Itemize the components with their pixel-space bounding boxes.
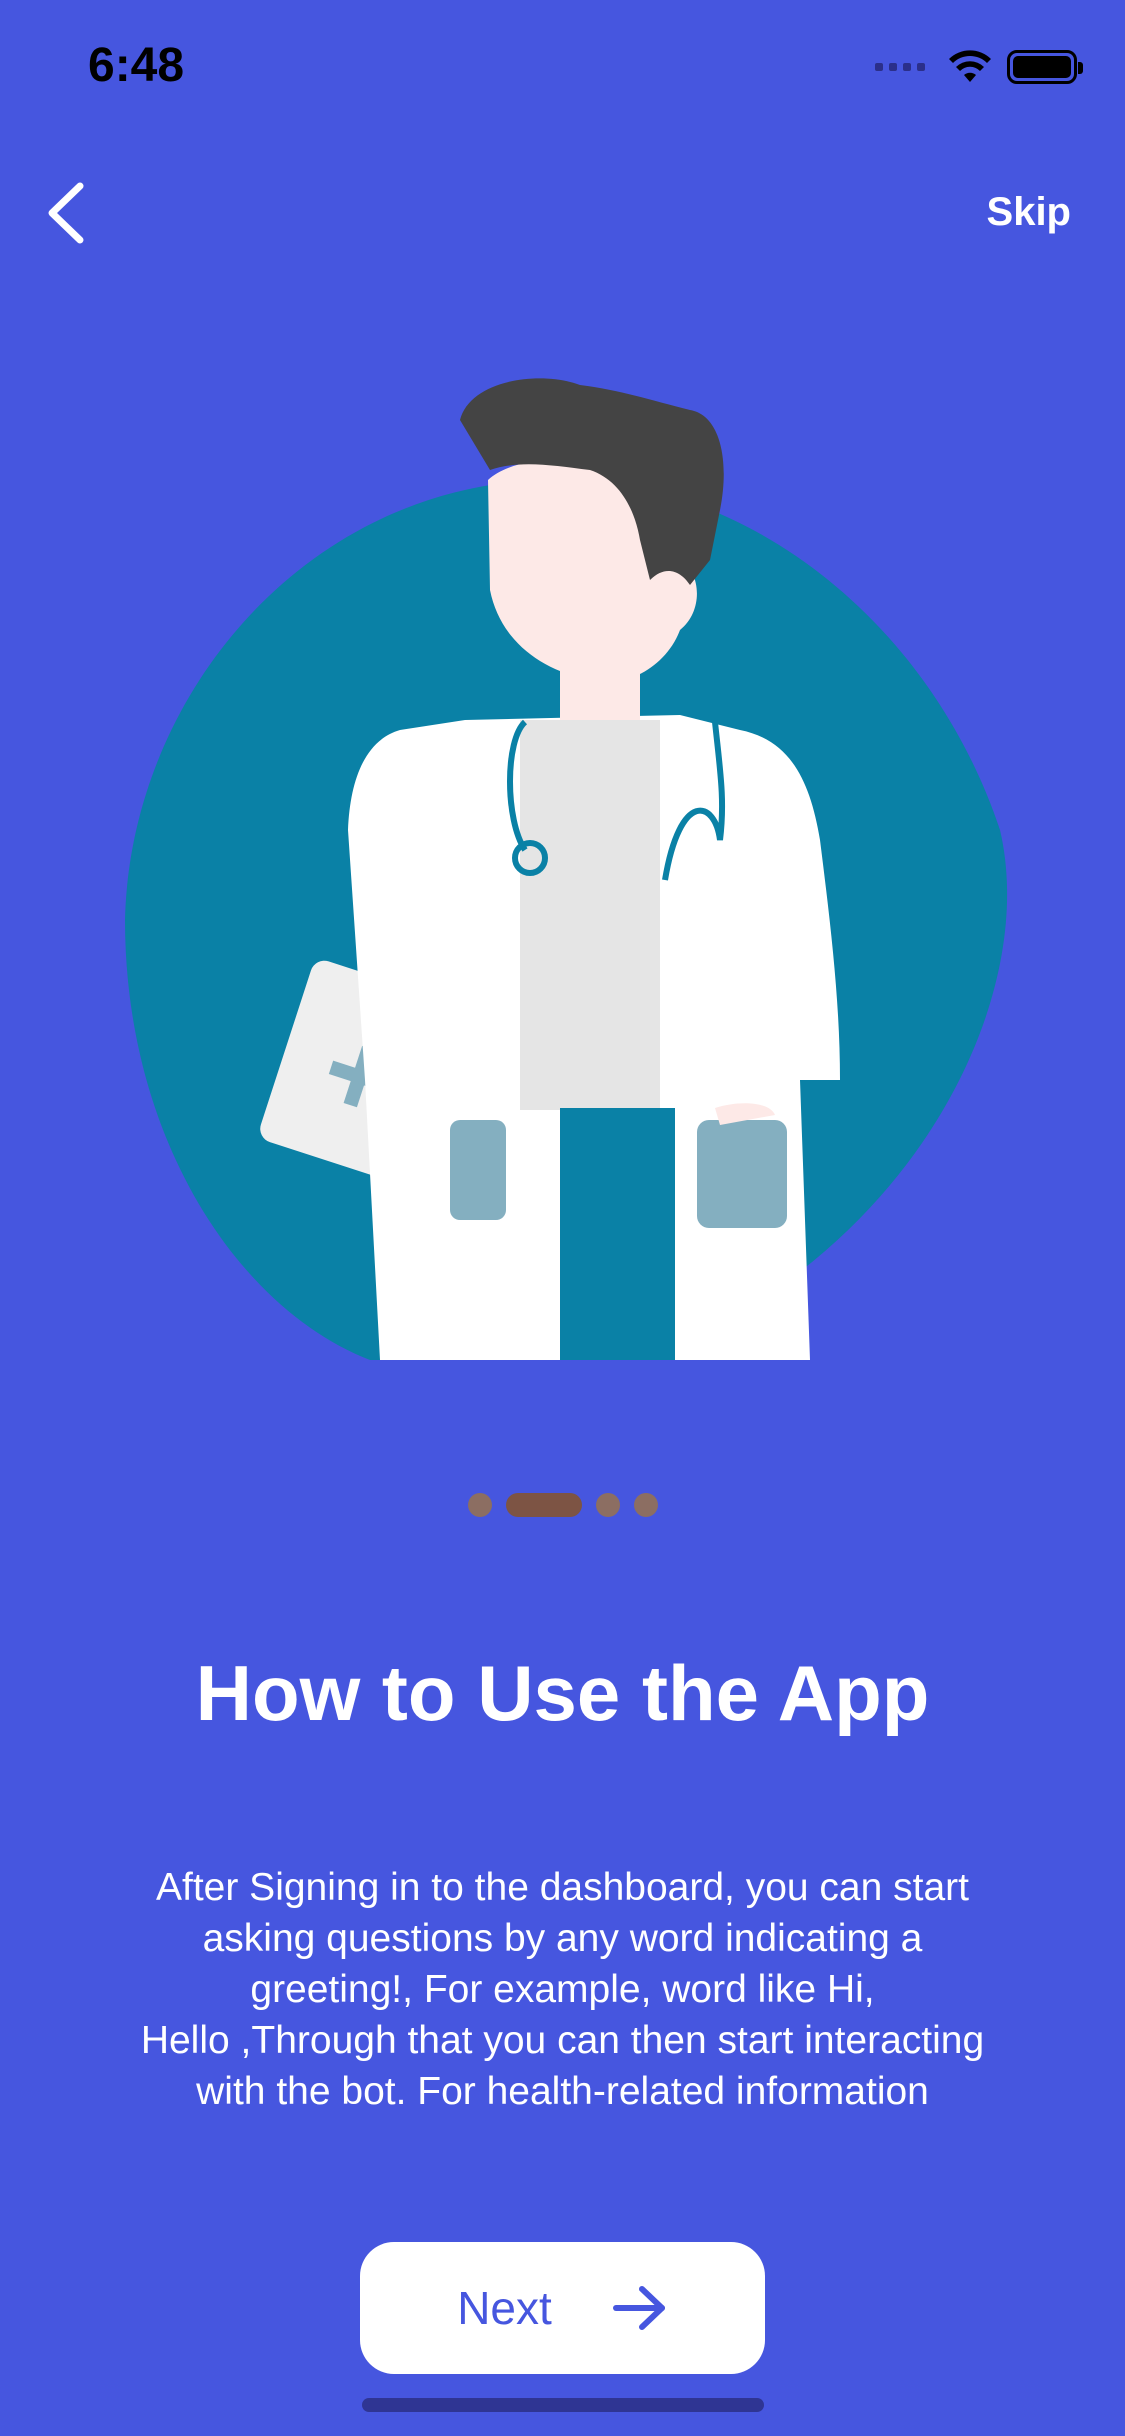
status-icons (875, 50, 1083, 84)
next-button-label: Next (457, 2282, 552, 2334)
description-line: asking questions by any word indicating … (202, 1917, 923, 1960)
back-button[interactable] (38, 178, 98, 248)
next-button[interactable]: Next (360, 2242, 765, 2374)
status-time: 6:48 (88, 39, 185, 92)
shirt (520, 720, 660, 1110)
description-line: with the bot. For health-related informa… (196, 2070, 929, 2113)
page-dot (467, 1493, 492, 1517)
wifi-icon (949, 50, 991, 82)
description-line: greeting!, For example, word like Hi, (250, 1968, 875, 2011)
description-line: After Signing in to the dashboard, you c… (155, 1866, 969, 1909)
chevron-left-icon (48, 182, 84, 244)
description-text: After Signing in to the dashboard, you c… (60, 1862, 1065, 2117)
page-title: How to Use the App (195, 1649, 930, 1737)
description-line: Hello ,Through that you can then start i… (140, 2019, 985, 2062)
cellular-signal-icon (875, 63, 925, 71)
status-bar: 6:48 (0, 0, 1125, 135)
page-dot-active (505, 1493, 582, 1517)
page-indicator (0, 1493, 1125, 1517)
page-dot (595, 1493, 620, 1517)
doctor-illustration (125, 378, 1008, 1360)
right-pocket (697, 1120, 787, 1228)
skip-button[interactable]: Skip (987, 190, 1071, 235)
left-pocket (450, 1120, 506, 1220)
battery-icon (1007, 50, 1083, 84)
home-indicator[interactable] (362, 2398, 764, 2412)
arrow-right-icon (612, 2286, 665, 2330)
page-dot (633, 1493, 658, 1517)
pants (560, 1108, 675, 1360)
